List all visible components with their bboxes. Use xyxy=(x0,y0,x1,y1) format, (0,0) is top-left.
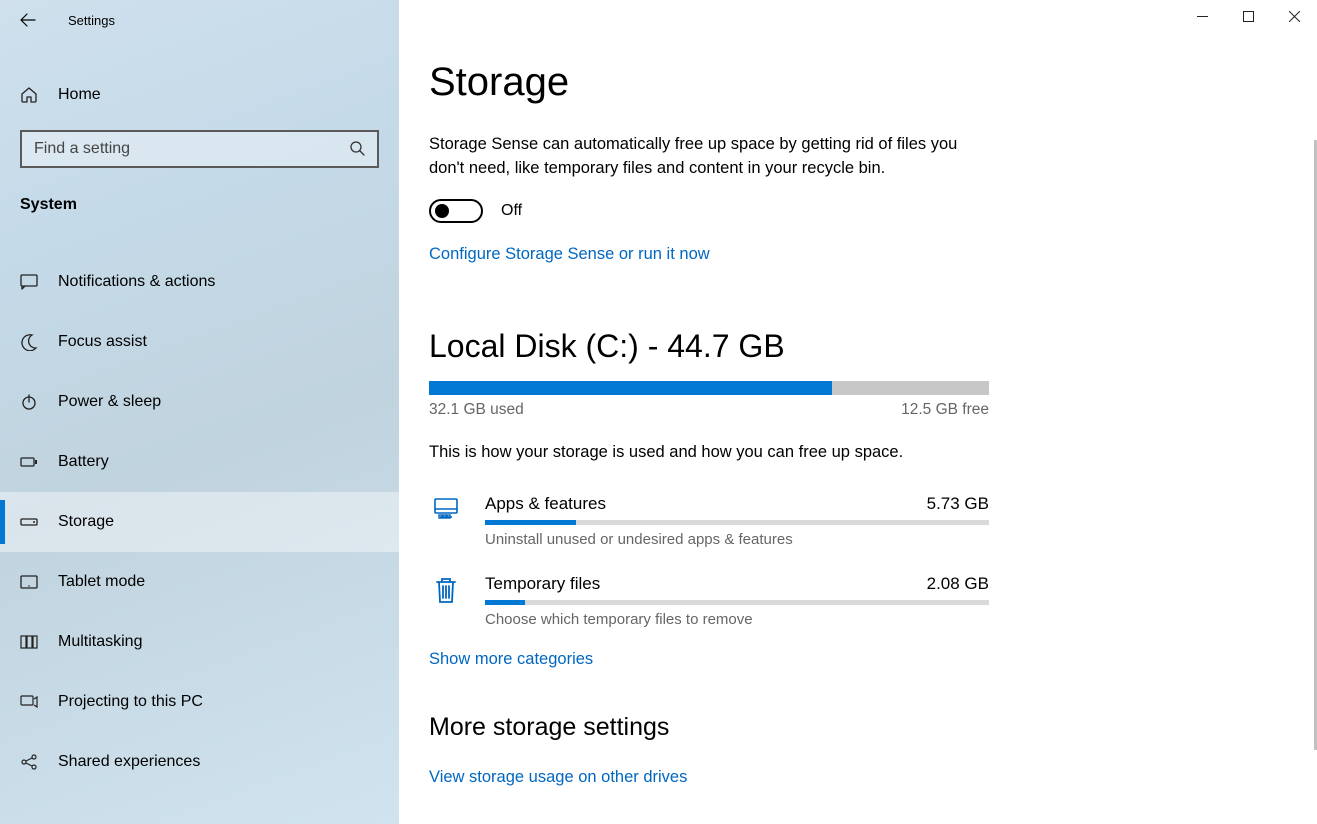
sidebar-item-label: Projecting to this PC xyxy=(58,693,203,711)
category-subtext: Choose which temporary files to remove xyxy=(485,611,989,628)
disk-usage-bar xyxy=(429,381,989,395)
storage-categories: Apps & features 5.73 GB Uninstall unused o… xyxy=(429,480,1287,640)
toggle-state-label: Off xyxy=(501,202,522,220)
minimize-button[interactable] xyxy=(1179,0,1225,32)
maximize-icon xyxy=(1243,11,1254,22)
disk-title: Local Disk (C:) - 44.7 GB xyxy=(429,328,1287,365)
window-controls xyxy=(1179,0,1317,32)
disk-free-label: 12.5 GB free xyxy=(901,401,989,419)
maximize-button[interactable] xyxy=(1225,0,1271,32)
back-button[interactable] xyxy=(18,10,38,30)
sidebar-inner: Home System Notifications & actions Focus… xyxy=(0,40,399,792)
disk-desc: This is how your storage is used and how… xyxy=(429,443,1287,462)
battery-icon xyxy=(20,453,38,471)
sidebar-item-label: Storage xyxy=(58,513,114,531)
timeline-icon xyxy=(20,633,38,651)
settings-window: Settings Home System Notifications & act… xyxy=(0,0,1317,824)
sidebar-item-label: Shared experiences xyxy=(58,753,200,771)
window-title: Settings xyxy=(68,13,115,28)
search-input[interactable] xyxy=(34,140,349,158)
moon-icon xyxy=(20,333,38,351)
sidebar-item-label: Notifications & actions xyxy=(58,273,215,291)
sidebar-item-projecting[interactable]: Projecting to this PC xyxy=(0,672,399,732)
sidebar-item-tablet[interactable]: Tablet mode xyxy=(0,552,399,612)
content: Storage Storage Sense can automatically … xyxy=(399,0,1317,817)
sidebar-item-storage[interactable]: Storage xyxy=(0,492,399,552)
sidebar-item-label: Multitasking xyxy=(58,633,142,651)
category-bar xyxy=(485,600,989,605)
category-subtext: Uninstall unused or undesired apps & fea… xyxy=(485,531,989,548)
message-icon xyxy=(20,273,38,291)
power-icon xyxy=(20,393,38,411)
close-icon xyxy=(1289,11,1300,22)
category-bar-fill xyxy=(485,520,576,525)
sidebar-item-focus[interactable]: Focus assist xyxy=(0,312,399,372)
category-size: 5.73 GB xyxy=(927,494,989,514)
sidebar-item-shared[interactable]: Shared experiences xyxy=(0,732,399,792)
category-name: Apps & features xyxy=(485,494,606,514)
disk-section: Local Disk (C:) - 44.7 GB 32.1 GB used 1… xyxy=(429,328,1287,669)
category-size: 2.08 GB xyxy=(927,574,989,594)
sidebar-home[interactable]: Home xyxy=(0,72,399,118)
category-bar xyxy=(485,520,989,525)
home-icon xyxy=(20,86,38,104)
show-more-categories-link[interactable]: Show more categories xyxy=(429,650,1287,669)
project-icon xyxy=(20,693,38,711)
monitor-icon xyxy=(429,494,463,548)
search-icon xyxy=(349,140,367,158)
category-header: Apps & features 5.73 GB xyxy=(485,494,989,514)
view-other-drives-link[interactable]: View storage usage on other drives xyxy=(429,768,1287,787)
main-pane: Storage Storage Sense can automatically … xyxy=(399,0,1317,824)
drive-icon xyxy=(20,513,38,531)
disk-used-label: 32.1 GB used xyxy=(429,401,524,419)
category-body: Apps & features 5.73 GB Uninstall unused o… xyxy=(485,494,989,548)
storage-sense-toggle-row: Off xyxy=(429,199,1287,223)
search-box[interactable] xyxy=(20,130,379,168)
trash-icon xyxy=(429,574,463,628)
sidebar-item-notifications[interactable]: Notifications & actions xyxy=(0,252,399,312)
category-bar-fill xyxy=(485,600,525,605)
toggle-knob xyxy=(435,204,449,218)
storage-category-apps[interactable]: Apps & features 5.73 GB Uninstall unused o… xyxy=(429,480,989,560)
disk-usage-fill xyxy=(429,381,832,395)
page-title: Storage xyxy=(429,60,1287,105)
storage-sense-description: Storage Sense can automatically free up … xyxy=(429,133,989,181)
tablet-icon xyxy=(20,573,38,591)
sidebar-item-label: Power & sleep xyxy=(58,393,161,411)
share-icon xyxy=(20,753,38,771)
sidebar-item-multitasking[interactable]: Multitasking xyxy=(0,612,399,672)
storage-category-temp[interactable]: Temporary files 2.08 GB Choose which tempo… xyxy=(429,560,989,640)
sidebar: Settings Home System Notifications & act… xyxy=(0,0,399,824)
category-name: Temporary files xyxy=(485,574,600,594)
sidebar-item-battery[interactable]: Battery xyxy=(0,432,399,492)
sidebar-section-label: System xyxy=(0,168,399,224)
titlebar: Settings xyxy=(0,0,399,40)
search-wrap xyxy=(20,130,379,168)
sidebar-item-power[interactable]: Power & sleep xyxy=(0,372,399,432)
minimize-icon xyxy=(1197,11,1208,22)
disk-meta: 32.1 GB used 12.5 GB free xyxy=(429,401,989,419)
more-settings-title: More storage settings xyxy=(429,713,1287,742)
category-header: Temporary files 2.08 GB xyxy=(485,574,989,594)
close-button[interactable] xyxy=(1271,0,1317,32)
sidebar-nav: Notifications & actions Focus assist Power… xyxy=(0,252,399,792)
arrow-left-icon xyxy=(20,12,36,28)
storage-sense-toggle[interactable] xyxy=(429,199,483,223)
category-body: Temporary files 2.08 GB Choose which tempo… xyxy=(485,574,989,628)
sidebar-home-label: Home xyxy=(58,86,101,104)
more-storage-settings: More storage settings View storage usage… xyxy=(429,713,1287,787)
sidebar-item-label: Focus assist xyxy=(58,333,147,351)
configure-storage-sense-link[interactable]: Configure Storage Sense or run it now xyxy=(429,245,1287,264)
sidebar-item-label: Battery xyxy=(58,453,109,471)
sidebar-item-label: Tablet mode xyxy=(58,573,145,591)
